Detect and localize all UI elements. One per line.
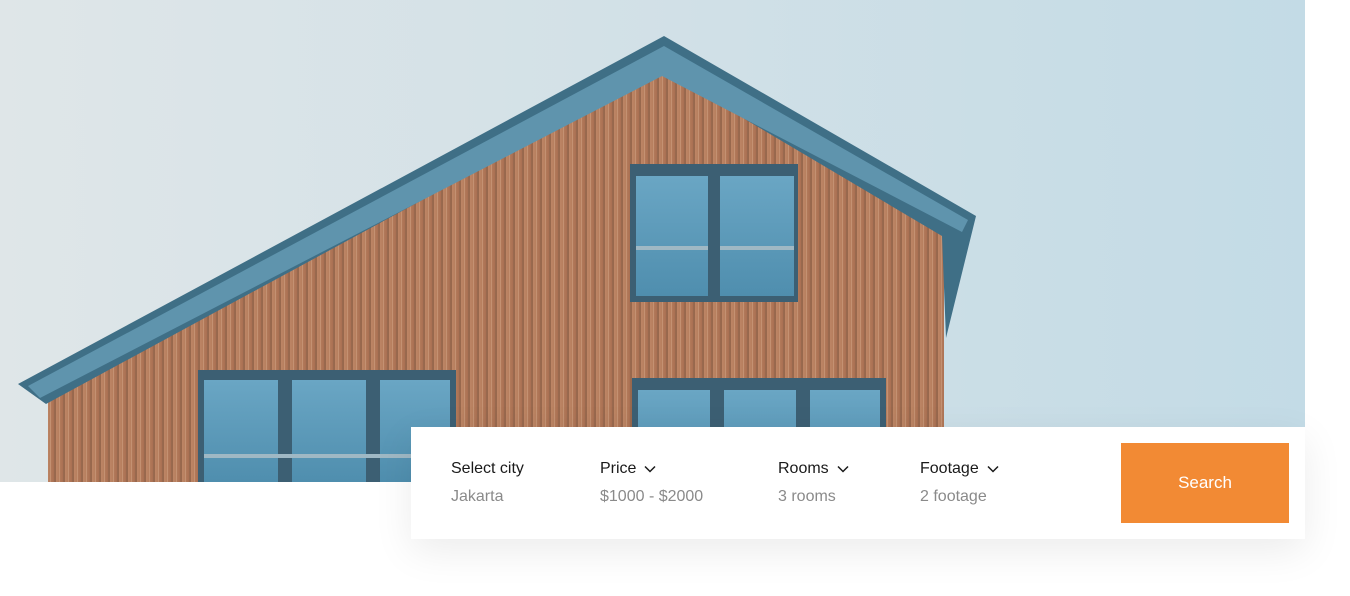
price-label: Price [600, 460, 637, 477]
search-button[interactable]: Search [1121, 443, 1289, 523]
chevron-down-icon [837, 465, 849, 473]
city-value: Jakarta [451, 488, 504, 505]
footage-label: Footage [920, 460, 979, 477]
city-label: Select city [451, 460, 524, 477]
rooms-label: Rooms [778, 460, 829, 477]
city-selector[interactable]: Select city Jakarta [451, 458, 524, 506]
rooms-selector[interactable]: Rooms 3 rooms [778, 458, 849, 506]
footage-selector[interactable]: Footage 2 footage [920, 458, 999, 506]
rooms-value: 3 rooms [778, 488, 836, 505]
chevron-down-icon [644, 465, 656, 473]
hero-image [0, 0, 1305, 482]
price-value: $1000 - $2000 [600, 488, 704, 505]
chevron-down-icon [987, 465, 999, 473]
footage-value: 2 footage [920, 488, 987, 505]
price-selector[interactable]: Price $1000 - $2000 [600, 458, 703, 506]
search-bar: Select city Jakarta Price $1000 - $2000 … [411, 427, 1305, 539]
upper-window [630, 164, 798, 302]
house-illustration [18, 36, 976, 482]
